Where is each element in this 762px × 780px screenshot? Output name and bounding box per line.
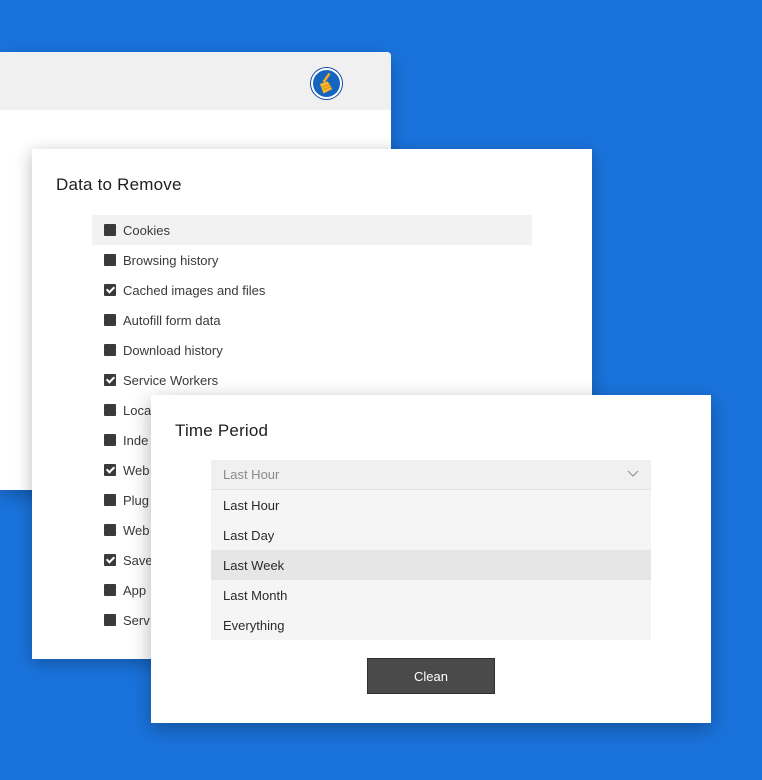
data-item-label: Cached images and files [123, 282, 266, 298]
data-item-label: Service Workers [123, 372, 219, 388]
checkbox[interactable] [104, 554, 116, 566]
data-panel-title: Data to Remove [56, 175, 182, 194]
dropdown-option[interactable]: Last Day [211, 520, 651, 550]
data-item-label: Web [123, 522, 150, 538]
data-item-label: Browsing history [123, 252, 219, 268]
data-item[interactable]: Browsing history [92, 245, 532, 275]
clean-button[interactable]: Clean [367, 658, 495, 694]
dropdown-option[interactable]: Last Week [211, 550, 651, 580]
checkbox[interactable] [104, 464, 116, 476]
dropdown-option[interactable]: Last Month [211, 580, 651, 610]
data-item[interactable]: Download history [92, 335, 532, 365]
data-item-label: Web [123, 462, 150, 478]
data-item[interactable]: Autofill form data [92, 305, 532, 335]
data-item-label: Cookies [123, 222, 170, 238]
time-period-title: Time Period [175, 421, 269, 440]
data-item[interactable]: Service Workers [92, 365, 532, 395]
checkbox[interactable] [104, 254, 116, 266]
window-header [0, 52, 391, 110]
chevron-down-icon[interactable] [627, 469, 639, 479]
checkbox[interactable] [104, 344, 116, 356]
time-period-dropdown[interactable]: Last Hour Last Hour Last Day Last Week Last… [211, 460, 651, 640]
data-item-label: App [123, 582, 147, 598]
data-item-label: Download history [123, 342, 223, 358]
checkbox[interactable] [104, 224, 116, 236]
broom-icon[interactable] [311, 68, 342, 99]
data-item-label: Inde [123, 432, 149, 448]
data-item-label: Save [123, 552, 153, 568]
checkbox[interactable] [104, 434, 116, 446]
checkbox[interactable] [104, 494, 116, 506]
checkbox[interactable] [104, 374, 116, 386]
dropdown-selected-value: Last Hour [223, 467, 280, 482]
checkbox[interactable] [104, 524, 116, 536]
dropdown-option[interactable]: Everything [211, 610, 651, 640]
data-item[interactable]: Cookies [92, 215, 532, 245]
time-period-panel: Time Period Last Hour Last Hour Last Day L… [151, 395, 711, 723]
checkbox[interactable] [104, 584, 116, 596]
data-item-label: Autofill form data [123, 312, 221, 328]
checkbox[interactable] [104, 614, 116, 626]
data-item[interactable]: Cached images and files [92, 275, 532, 305]
data-item-label: Serv [123, 612, 150, 628]
dropdown-selected[interactable]: Last Hour [211, 460, 651, 490]
dropdown-options: Last Hour Last Day Last Week Last Month Ever… [211, 490, 651, 640]
data-item-label: Loca [123, 402, 152, 418]
checkbox[interactable] [104, 404, 116, 416]
dropdown-option[interactable]: Last Hour [211, 490, 651, 520]
checkbox[interactable] [104, 284, 116, 296]
checkbox[interactable] [104, 314, 116, 326]
data-item-label: Plug [123, 492, 150, 508]
